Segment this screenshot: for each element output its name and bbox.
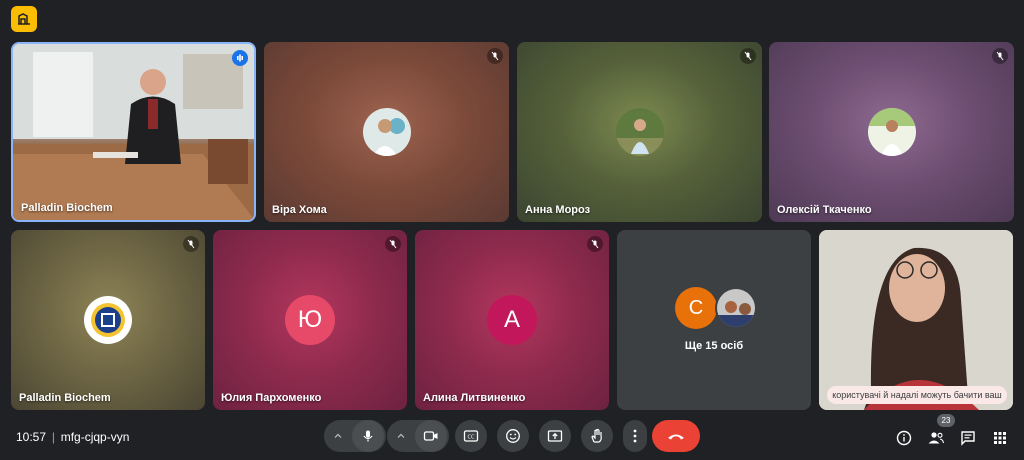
captions-button[interactable]: CC [455, 420, 487, 452]
mic-off-icon [992, 48, 1008, 64]
chevron-up-icon[interactable] [324, 432, 352, 440]
participant-tile[interactable]: Ю Юлия Пархоменко [213, 230, 407, 410]
mic-off-icon [183, 236, 199, 252]
chevron-up-icon[interactable] [387, 432, 415, 440]
meeting-details-button[interactable] [892, 426, 916, 450]
clock: 10:57 [16, 430, 47, 444]
participant-tile[interactable]: Palladin Biochem [11, 230, 205, 410]
avatar [615, 108, 664, 156]
svg-text:CC: CC [468, 435, 475, 441]
call-end-icon [668, 434, 684, 440]
camera-control[interactable] [387, 420, 449, 452]
participant-name: Алина Литвиненко [423, 392, 526, 404]
avatar [715, 287, 757, 329]
people-button[interactable] [924, 426, 948, 450]
present-icon [547, 430, 563, 442]
leave-call-button[interactable] [652, 420, 700, 452]
participant-tile[interactable]: А Алина Литвиненко [415, 230, 609, 410]
apps-grid-icon [994, 432, 1006, 444]
participant-tile[interactable]: Palladin Biochem [11, 42, 256, 222]
reactions-button[interactable] [497, 420, 529, 452]
chat-button[interactable] [956, 426, 980, 450]
more-participants-label: Ще 15 осіб [684, 340, 744, 352]
chat-icon [961, 431, 975, 446]
participant-video [13, 44, 254, 220]
avatar-initial: А [487, 295, 537, 345]
participant-name: Palladin Biochem [21, 202, 113, 214]
avatar-initial: Ю [285, 295, 335, 345]
mic-off-icon [385, 236, 401, 252]
more-options-button[interactable] [623, 420, 647, 452]
avatar [867, 108, 916, 156]
participant-name: Олексій Ткаченко [777, 204, 872, 216]
mic-control[interactable] [324, 420, 386, 452]
avatar [84, 296, 132, 344]
participant-tile[interactable]: Олексій Ткаченко [769, 42, 1014, 222]
bottom-bar: 10:57 | mfg-cjqp-vyn CC 23 [0, 414, 1024, 460]
more-vert-icon [633, 429, 637, 443]
participant-name: Анна Мороз [525, 204, 591, 216]
mic-off-icon [587, 236, 603, 252]
self-video-tile[interactable] [819, 230, 1013, 410]
participant-tile[interactable]: Віра Хома [264, 42, 509, 222]
people-icon [928, 432, 945, 444]
captions-icon: CC [463, 430, 479, 442]
activities-button[interactable] [988, 426, 1012, 450]
mic-off-icon [740, 48, 756, 64]
participant-name: Віра Хома [272, 204, 327, 216]
info-icon [896, 430, 912, 446]
raise-hand-icon [591, 428, 602, 443]
mic-icon[interactable] [352, 420, 384, 452]
self-video [819, 230, 1013, 410]
raise-hand-button[interactable] [581, 420, 613, 452]
participant-name: Palladin Biochem [19, 392, 111, 404]
caption-toast: користувачі й надалі можуть бачити ваш [827, 386, 1007, 404]
avatar [362, 108, 411, 156]
participant-name: Юлия Пархоменко [221, 392, 322, 404]
camera-icon[interactable] [415, 420, 447, 452]
emoji-icon [506, 429, 520, 443]
meeting-code: mfg-cjqp-vyn [60, 430, 130, 444]
mic-off-icon [487, 48, 503, 64]
avatar-initial: С [675, 287, 717, 329]
speaking-indicator-icon [232, 50, 248, 66]
present-button[interactable] [539, 420, 571, 452]
more-participants-tile[interactable]: С Ще 15 осіб [617, 230, 811, 410]
participant-tile[interactable]: Анна Мороз [517, 42, 762, 222]
meeting-info: 10:57 | mfg-cjqp-vyn [16, 430, 130, 444]
app-logo-icon [11, 6, 37, 32]
